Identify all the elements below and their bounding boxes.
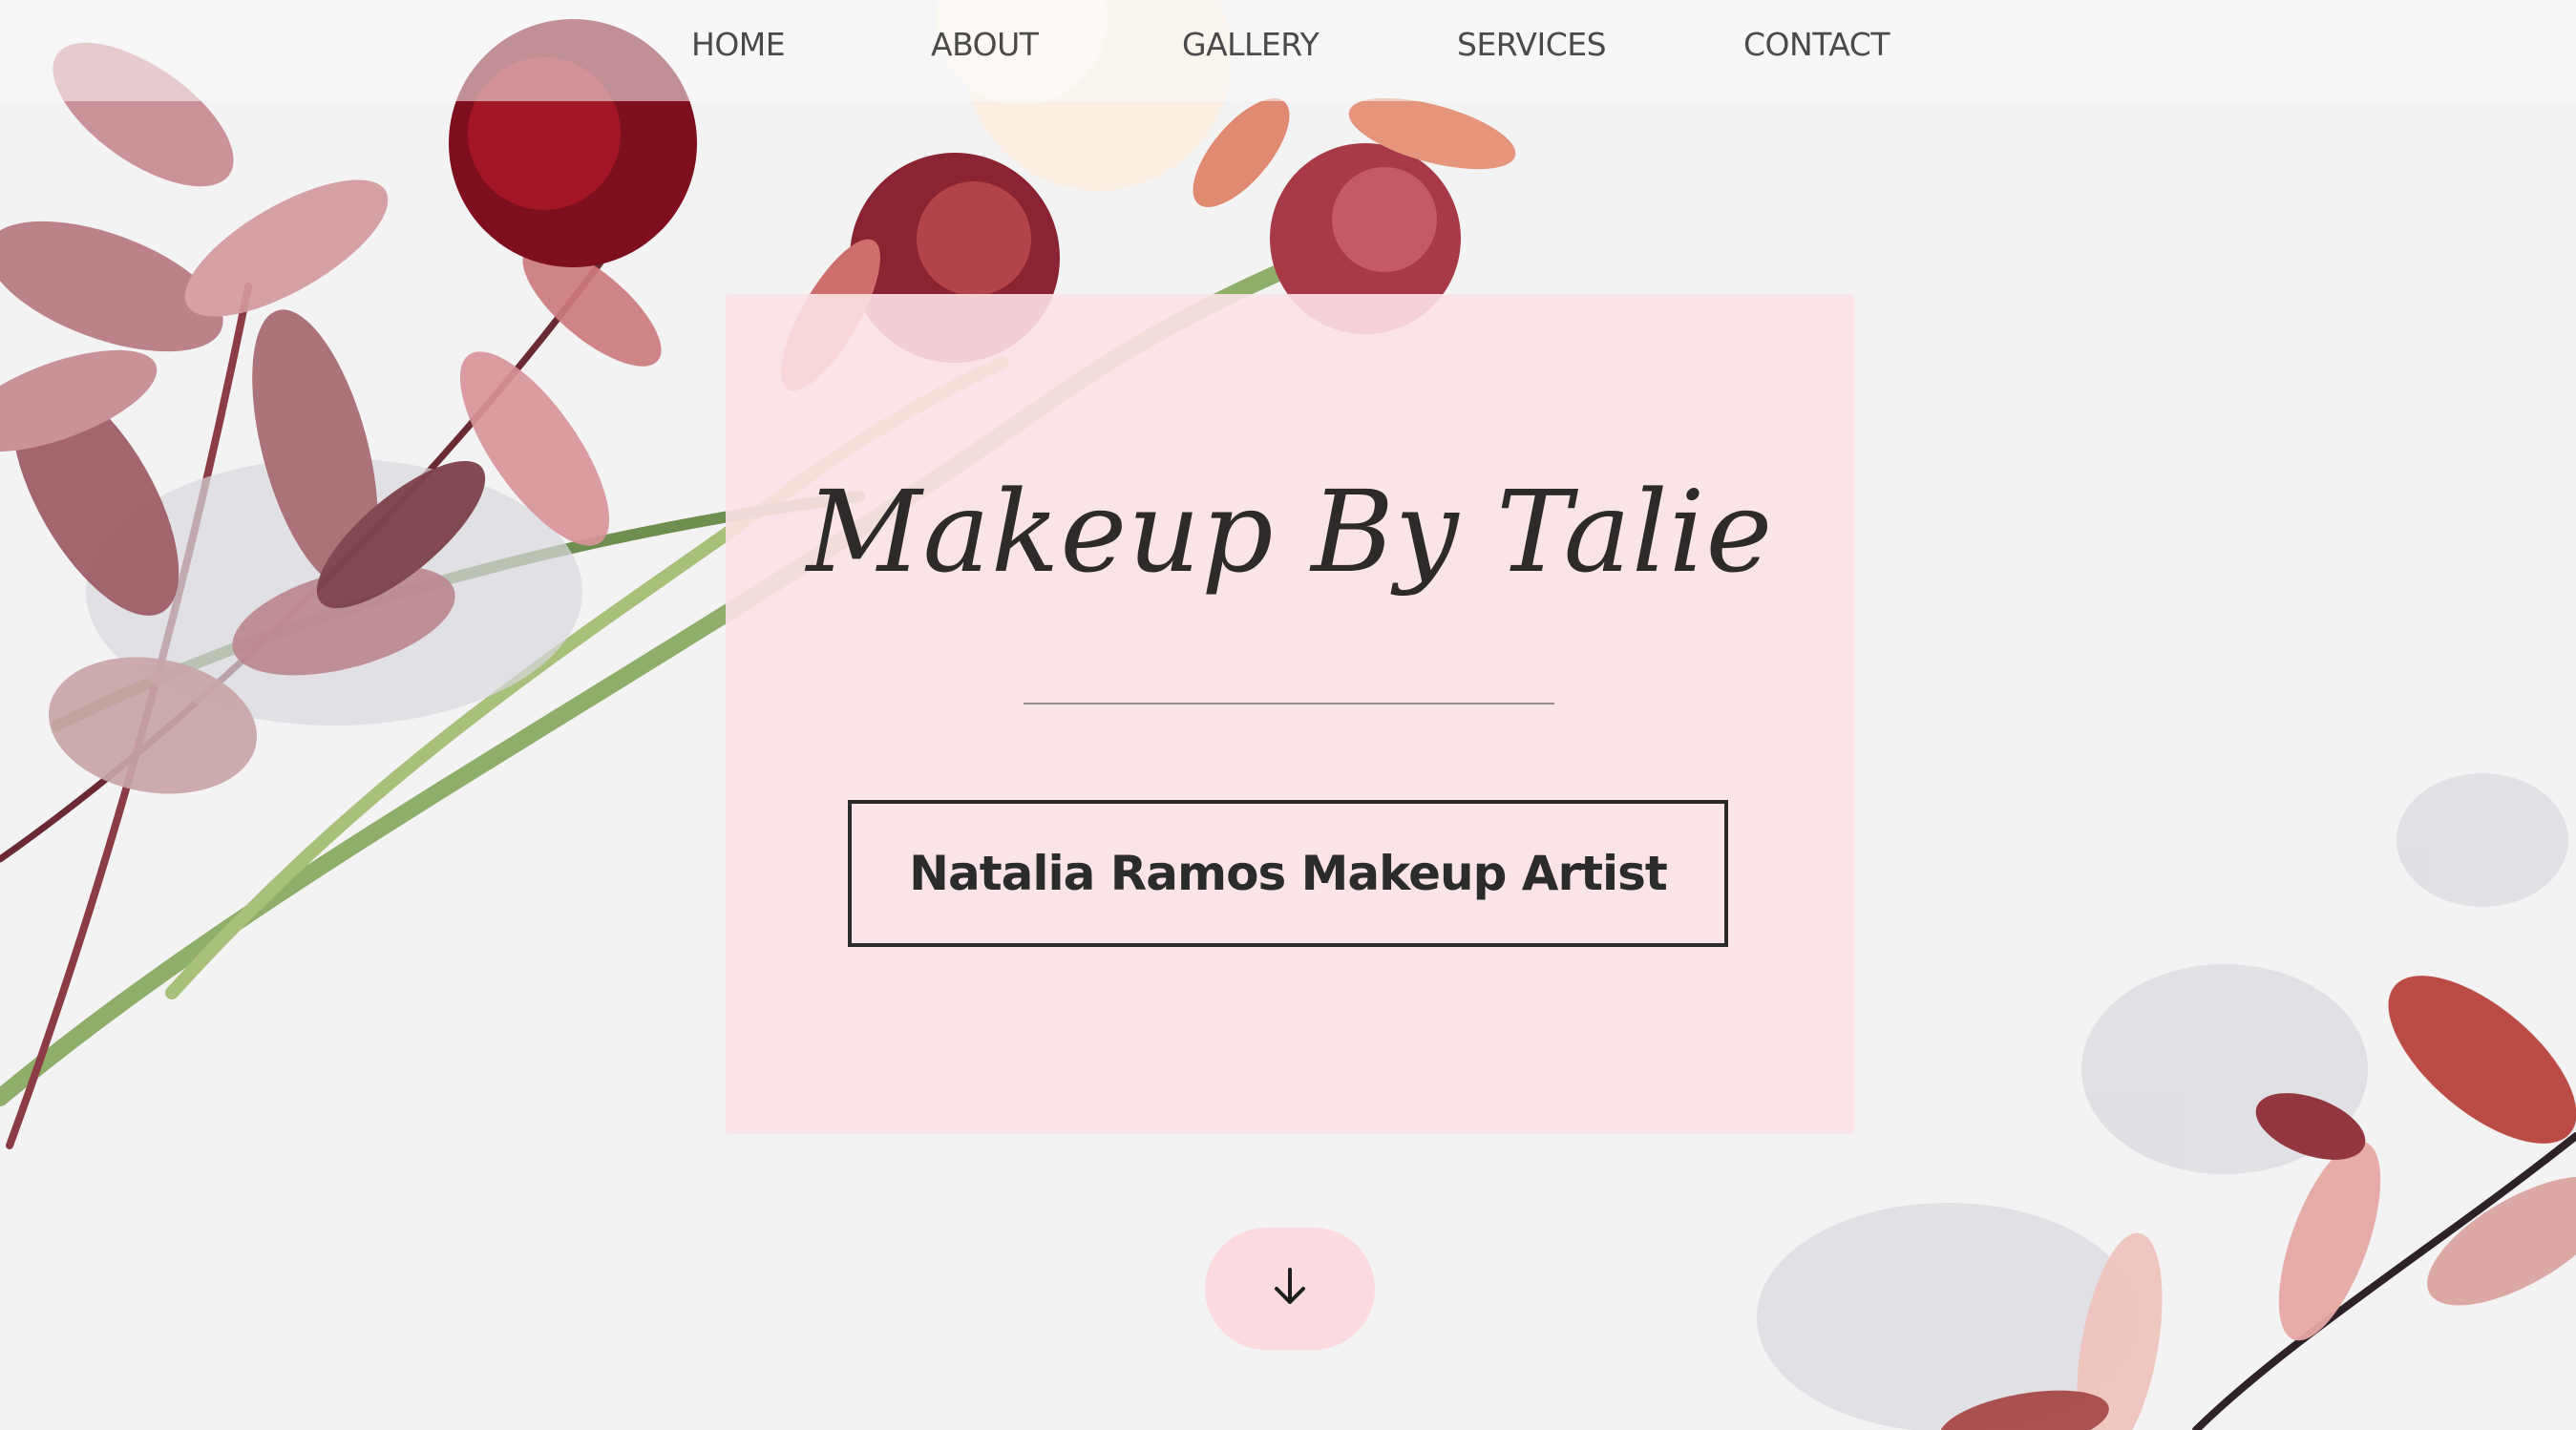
tagline-box: Natalia Ramos Makeup Artist	[848, 800, 1728, 947]
title-divider	[1024, 703, 1554, 704]
tagline-text: Natalia Ramos Makeup Artist	[909, 846, 1668, 901]
nav-home-link[interactable]: HOME	[691, 21, 786, 69]
top-navigation: HOME ABOUT GALLERY SERVICES CONTACT	[0, 0, 2576, 101]
nav-about-link[interactable]: ABOUT	[931, 21, 1039, 69]
hero-card: Makeup By Talie Natalia Ramos Makeup Art…	[726, 294, 1854, 1134]
nav-services-link[interactable]: SERVICES	[1457, 21, 1607, 69]
nav-gallery-link[interactable]: GALLERY	[1182, 21, 1320, 69]
arrow-down-icon	[1271, 1266, 1309, 1312]
scroll-down-button[interactable]	[1205, 1228, 1375, 1350]
nav-contact-link[interactable]: CONTACT	[1743, 21, 1890, 69]
brand-title: Makeup By Talie	[806, 466, 1774, 598]
